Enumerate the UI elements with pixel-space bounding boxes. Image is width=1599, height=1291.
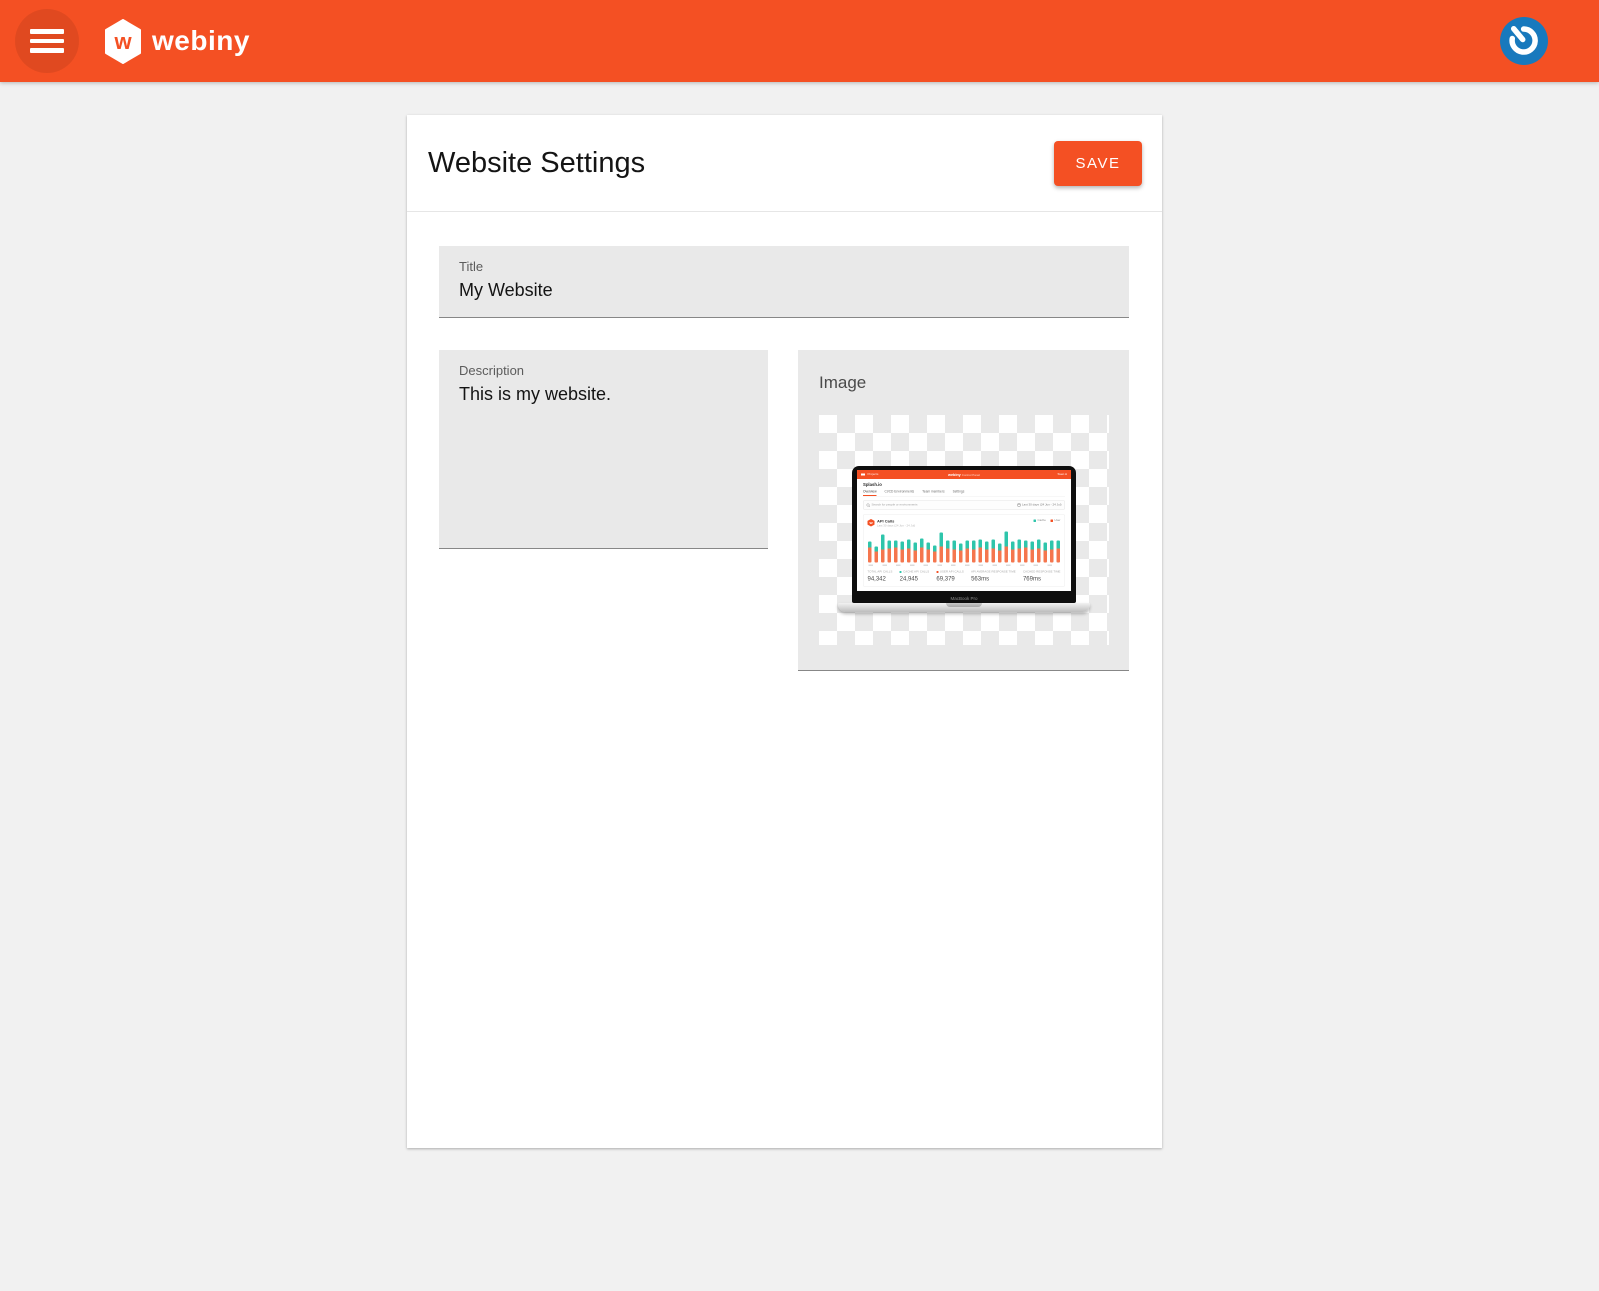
mini-chart-hexagon-icon: w [868,519,875,527]
laptop-base [838,603,1090,612]
chart-bar [972,541,976,563]
page-title: Website Settings [428,147,645,180]
chart-bar [920,539,924,563]
hamburger-menu-icon[interactable] [15,9,79,73]
card-header: Website Settings SAVE [407,115,1162,211]
chart-bar [979,540,983,563]
chart-bar [1011,542,1015,563]
image-field-label: Image [819,373,1109,393]
search-icon [867,504,870,507]
mini-chart-subtitle: Last 30 days (24 Jun - 24 Jul) [877,525,915,528]
website-settings-card: Website Settings SAVE Title My Website D… [407,115,1162,1148]
chart-bar [940,533,944,563]
legend-item: Cache [1033,519,1045,522]
svg-text:w: w [113,29,132,54]
stat-item: API AVERAGE RESPONSE TIME563ms [971,571,1016,583]
stat-item: CACHE API CALLS24,945 [900,571,930,583]
mini-search-placeholder: Search for people or environments [872,504,918,507]
mini-chart-card: w API Calls Last 30 days (24 Jun - 24 Ju… [863,515,1065,587]
mini-bar-chart [868,532,1061,563]
app-top-bar: w webiny [0,0,1599,82]
chart-bar [907,540,911,563]
brand-wordmark: webiny [152,25,250,57]
mini-chart-legend: Cache User [1033,519,1060,522]
chart-bar [998,544,1002,563]
chart-bar [946,541,950,563]
description-field-value[interactable]: This is my website. [459,384,748,405]
device-label: MacBook Pro [880,597,1048,602]
chart-bar [1044,543,1048,563]
webiny-hexagon-icon: w [103,19,143,64]
user-avatar[interactable] [1500,17,1548,65]
chart-bar [1031,542,1035,563]
calendar-icon [1017,504,1020,507]
chart-bar [966,541,970,563]
mini-x-axis-labels [868,564,1061,567]
mini-search-bar: Search for people or environments Last 3… [863,501,1065,510]
macbook-mockup-image: Projects webiny Control Panel Sven A Spl… [838,466,1090,612]
chart-bar [888,541,892,563]
chart-bar [881,535,885,563]
chart-bar [1050,541,1054,563]
mini-user: Sven A [1057,473,1067,476]
chart-bar [985,542,989,563]
laptop-screen: Projects webiny Control Panel Sven A Spl… [852,466,1076,603]
chart-bar [1024,541,1028,563]
mini-tab: Team members [922,490,944,496]
image-preview-dropzone[interactable]: Projects webiny Control Panel Sven A Spl… [819,415,1109,645]
stat-item: CACHED RESPONSE TIME769ms [1023,571,1061,583]
chart-bar [901,542,905,563]
mini-brand: webiny Control Panel [857,472,1071,477]
chart-bar [868,542,872,563]
title-field-label: Title [459,259,1109,274]
description-field-label: Description [459,363,748,378]
gravatar-power-icon [1500,17,1548,65]
chart-bar [894,541,898,563]
chart-bar [933,546,937,563]
mini-tab: CI/CD Environments [885,490,915,496]
stat-item: TOTAL API CALLS94,342 [868,571,893,583]
title-field-value[interactable]: My Website [459,280,1109,301]
mini-chart-title: API Calls [877,519,915,524]
chart-bar [953,541,957,563]
chart-bar [959,544,963,563]
mini-tabs: Overview CI/CD Environments Team members Se… [863,490,1065,497]
mini-project-title: Splash.io [863,482,1065,487]
description-field[interactable]: Description This is my website. [439,350,768,549]
chart-bar [914,543,918,563]
mini-tab: Overview [863,490,877,496]
mini-stats-row: TOTAL API CALLS94,342 CACHE API CALLS24,9… [868,571,1061,583]
image-field: Image Projects webiny Control Panel [798,350,1129,671]
mini-tab: Settings [953,490,965,496]
webiny-logo: w webiny [103,19,250,64]
dashboard-thumbnail: Projects webiny Control Panel Sven A Spl… [857,470,1071,591]
chart-bar [1057,541,1061,563]
chart-bar [1005,532,1009,563]
mini-topbar: Projects webiny Control Panel Sven A [857,470,1071,479]
settings-form: Title My Website Description This is my … [407,212,1162,671]
chart-bar [1018,540,1022,563]
title-field[interactable]: Title My Website [439,246,1129,318]
mini-date-filter: Last 30 days (24 Jun - 24 Jul) [1017,504,1061,507]
chart-bar [1037,540,1041,563]
legend-item: User [1050,519,1060,522]
save-button[interactable]: SAVE [1054,141,1142,186]
chart-bar [875,547,879,563]
chart-bar [927,543,931,563]
stat-item: USER API CALLS69,379 [936,571,963,583]
chart-bar [992,540,996,563]
